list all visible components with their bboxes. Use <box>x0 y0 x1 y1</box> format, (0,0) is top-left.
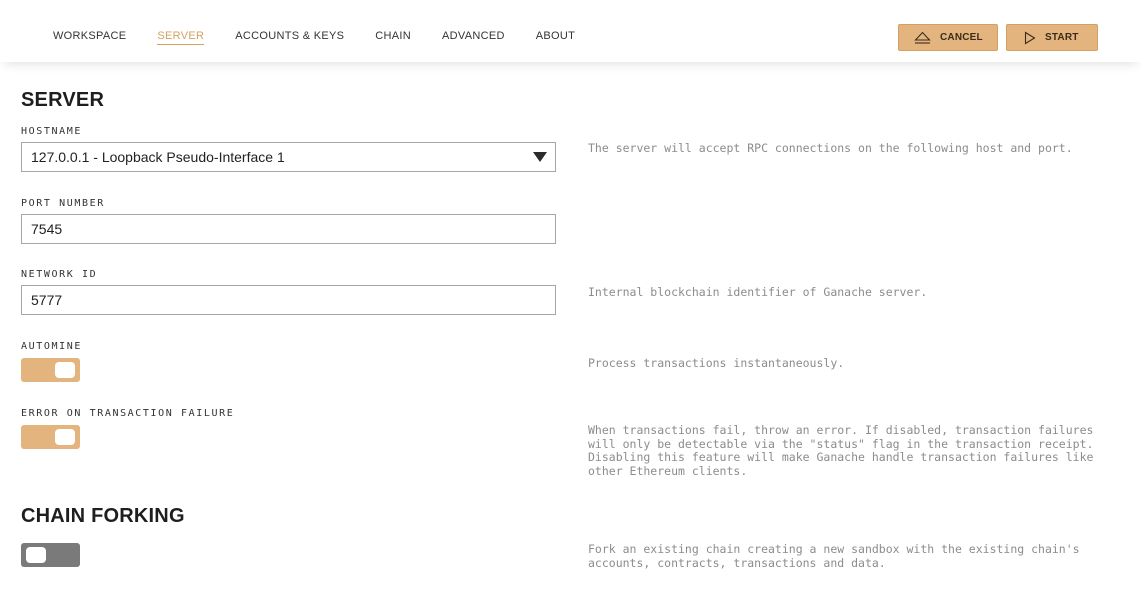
settings-nav: WORKSPACE SERVER ACCOUNTS & KEYS CHAIN A… <box>53 30 606 45</box>
hostname-value: 127.0.0.1 - Loopback Pseudo-Interface 1 <box>31 149 285 165</box>
top-bar: WORKSPACE SERVER ACCOUNTS & KEYS CHAIN A… <box>0 0 1141 62</box>
error-on-failure-label: ERROR ON TRANSACTION FAILURE <box>21 408 235 419</box>
automine-description: Process transactions instantaneously. <box>588 356 845 370</box>
chain-forking-toggle[interactable] <box>21 543 80 567</box>
tab-chain[interactable]: CHAIN <box>375 30 411 45</box>
server-section-title: SERVER <box>21 89 105 111</box>
network-id-input[interactable]: 5777 <box>21 285 556 315</box>
port-number-value: 7545 <box>31 221 63 237</box>
start-button-label: START <box>1045 32 1079 43</box>
toggle-knob <box>55 429 75 445</box>
tab-workspace[interactable]: WORKSPACE <box>53 30 126 45</box>
hostname-description: The server will accept RPC connections o… <box>588 141 1073 155</box>
error-on-failure-description: When transactions fail, throw an error. … <box>588 423 1094 478</box>
cancel-button[interactable]: CANCEL <box>898 24 998 51</box>
cancel-button-label: CANCEL <box>940 32 983 43</box>
tab-server[interactable]: SERVER <box>157 30 205 45</box>
settings-content: SERVER HOSTNAME 127.0.0.1 - Loopback Pse… <box>0 62 1141 597</box>
port-number-input[interactable]: 7545 <box>21 214 556 244</box>
error-on-failure-toggle[interactable] <box>21 425 80 449</box>
hostname-label: HOSTNAME <box>21 126 82 137</box>
network-id-label: NETWORK ID <box>21 269 98 280</box>
chain-forking-section-title: CHAIN FORKING <box>21 505 185 527</box>
eject-icon <box>914 31 931 44</box>
hostname-select[interactable]: 127.0.0.1 - Loopback Pseudo-Interface 1 <box>21 142 556 172</box>
toggle-knob <box>26 547 46 563</box>
tab-advanced[interactable]: ADVANCED <box>442 30 505 45</box>
automine-label: AUTOMINE <box>21 341 82 352</box>
toggle-knob <box>55 362 75 378</box>
chain-forking-description: Fork an existing chain creating a new sa… <box>588 542 1080 570</box>
tab-accounts-keys[interactable]: ACCOUNTS & KEYS <box>235 30 344 45</box>
dropdown-arrow-icon <box>533 152 547 162</box>
start-button[interactable]: START <box>1006 24 1098 51</box>
port-number-label: PORT NUMBER <box>21 198 105 209</box>
tab-about[interactable]: ABOUT <box>536 30 575 45</box>
network-id-description: Internal blockchain identifier of Ganach… <box>588 285 928 299</box>
play-icon <box>1024 31 1036 44</box>
network-id-value: 5777 <box>31 292 63 308</box>
automine-toggle[interactable] <box>21 358 80 382</box>
